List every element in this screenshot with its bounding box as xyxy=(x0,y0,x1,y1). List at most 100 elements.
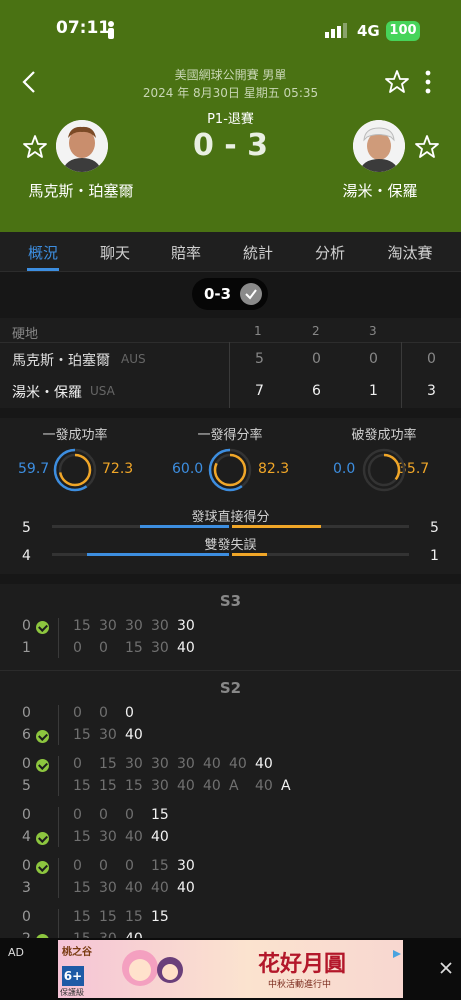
point-score-top: 15 xyxy=(99,909,117,925)
point-score-top: 0 xyxy=(125,705,134,721)
set-title: S3 xyxy=(219,592,242,610)
active-tab-indicator xyxy=(27,268,59,271)
tab-stats[interactable]: 統計 xyxy=(228,242,288,263)
signal-icon xyxy=(325,22,349,38)
ad-rating: 保護級 xyxy=(60,988,84,997)
point-score-top: 30 xyxy=(177,756,195,772)
player1-name[interactable]: 馬克斯・珀塞爾 xyxy=(0,180,162,201)
point-score-top: 0 xyxy=(125,807,134,823)
status-time: 07:11 xyxy=(56,18,111,38)
point-score-bottom: 15 xyxy=(125,778,143,794)
player1-avatar[interactable] xyxy=(56,120,108,172)
player2-star-icon[interactable] xyxy=(414,134,440,160)
player2-name[interactable]: 湯米・保羅 xyxy=(300,180,460,201)
point-score-bottom: 40 xyxy=(151,829,169,845)
tab-odds[interactable]: 賠率 xyxy=(156,242,216,263)
network-label: 4G xyxy=(357,22,380,40)
point-score-top: 30 xyxy=(151,756,169,772)
stat-bar-left-fill xyxy=(140,525,229,528)
point-score-bottom: 15 xyxy=(73,829,91,845)
game-score-bottom: 6 xyxy=(22,727,31,743)
player2-avatar[interactable] xyxy=(353,120,405,172)
point-score-bottom: 15 xyxy=(125,640,143,656)
point-score-top: 30 xyxy=(151,618,169,634)
point-score-top: 30 xyxy=(177,618,195,634)
stat-left-value: 60.0 xyxy=(172,461,204,477)
tab-overview[interactable]: 概況 xyxy=(13,242,73,263)
score-chip[interactable]: 0-3 xyxy=(192,278,268,310)
player2-set2: 6 xyxy=(312,383,321,399)
point-score-bottom: 40 xyxy=(125,829,143,845)
ad-banner[interactable]: 桃之谷 6+ 保護級 花好月圓 中秋活動進行中 xyxy=(58,940,403,998)
player1-country: AUS xyxy=(121,352,146,366)
point-score-top: 0 xyxy=(99,705,108,721)
game-score-bottom: 1 xyxy=(22,640,31,656)
game-score-top: 0 xyxy=(22,705,31,721)
close-icon[interactable] xyxy=(439,960,453,974)
point-score-top: 0 xyxy=(73,756,82,772)
stat-ring-gauge xyxy=(208,448,252,492)
point-score-bottom: A xyxy=(229,778,239,794)
ad-bar: AD 桃之谷 6+ 保護級 花好月圓 中秋活動進行中 xyxy=(0,938,461,1000)
point-score-top: 0 xyxy=(73,807,82,823)
divider xyxy=(58,618,59,658)
point-score-top: 0 xyxy=(99,858,108,874)
ad-choices-icon[interactable] xyxy=(392,944,402,958)
player1-star-icon[interactable] xyxy=(22,134,48,160)
set2-header: 2 xyxy=(312,324,320,338)
tab-analysis[interactable]: 分析 xyxy=(300,242,360,263)
point-score-bottom: 0 xyxy=(99,640,108,656)
stat-label: 一發成功率 xyxy=(42,428,108,443)
ad-subtitle: 中秋活動進行中 xyxy=(268,980,332,990)
stat-label: 破發成功率 xyxy=(351,428,417,443)
person-icon xyxy=(106,20,116,40)
tab-chat[interactable]: 聊天 xyxy=(85,242,145,263)
more-menu-icon[interactable] xyxy=(420,69,436,95)
point-score-bottom: 15 xyxy=(99,778,117,794)
point-score-top: 40 xyxy=(229,756,247,772)
ad-title: 花好月圓 xyxy=(258,951,347,977)
point-score-top: 30 xyxy=(125,756,143,772)
stat-label: 一發得分率 xyxy=(197,428,263,443)
point-score-bottom: 15 xyxy=(73,778,91,794)
favorite-star-icon[interactable] xyxy=(384,69,410,95)
divider xyxy=(58,756,59,796)
score-chip-label: 0-3 xyxy=(204,285,232,303)
point-score-top: 15 xyxy=(151,807,169,823)
player1-set3: 0 xyxy=(369,351,378,367)
player1-set1: 5 xyxy=(255,351,264,367)
set1-header: 1 xyxy=(254,324,262,338)
point-score-bottom: 30 xyxy=(151,778,169,794)
stat-left-value: 0.0 xyxy=(333,461,356,477)
point-score-bottom: 15 xyxy=(73,880,91,896)
divider xyxy=(58,705,59,745)
point-score-bottom: 0 xyxy=(73,640,82,656)
tab-knockout[interactable]: 淘汰賽 xyxy=(380,242,440,263)
stat-left-value: 59.7 xyxy=(18,461,50,477)
battery-indicator: 100 xyxy=(386,21,420,41)
stats-section: 一發成功率 59.7 72.3 一發得分率 60.0 82.3 破發成功率 0.0 35.7 發… xyxy=(0,418,461,574)
stat-bar-right-fill xyxy=(232,525,321,528)
point-score-top: 15 xyxy=(125,909,143,925)
server-ball-icon xyxy=(36,621,49,634)
stat-right-value: 72.3 xyxy=(102,461,134,477)
point-score-bottom: 15 xyxy=(73,727,91,743)
point-score-top: 0 xyxy=(99,807,108,823)
stat-ring-gauge xyxy=(53,448,97,492)
point-score-top: 40 xyxy=(255,756,273,772)
game-score-top: 0 xyxy=(22,756,31,772)
point-score-top: 30 xyxy=(99,618,117,634)
point-score-bottom: 30 xyxy=(151,640,169,656)
ad-label: AD xyxy=(8,946,24,959)
stat-right-value: 82.3 xyxy=(258,461,290,477)
player2-set3: 1 xyxy=(369,383,378,399)
scoreboard: 硬地 1 2 3 馬克斯・珀塞爾 AUS 5 0 0 0 湯米・保羅 USA 7… xyxy=(0,318,461,408)
stat-bar-left-fill xyxy=(87,553,229,556)
divider xyxy=(229,342,230,408)
set-title: S2 xyxy=(219,679,242,697)
point-score-bottom: 40 xyxy=(177,778,195,794)
point-score-bottom: A xyxy=(281,778,291,794)
player2-name: 湯米・保羅 xyxy=(12,385,82,401)
point-score-bottom: 40 xyxy=(177,880,195,896)
point-score-top: 30 xyxy=(177,858,195,874)
